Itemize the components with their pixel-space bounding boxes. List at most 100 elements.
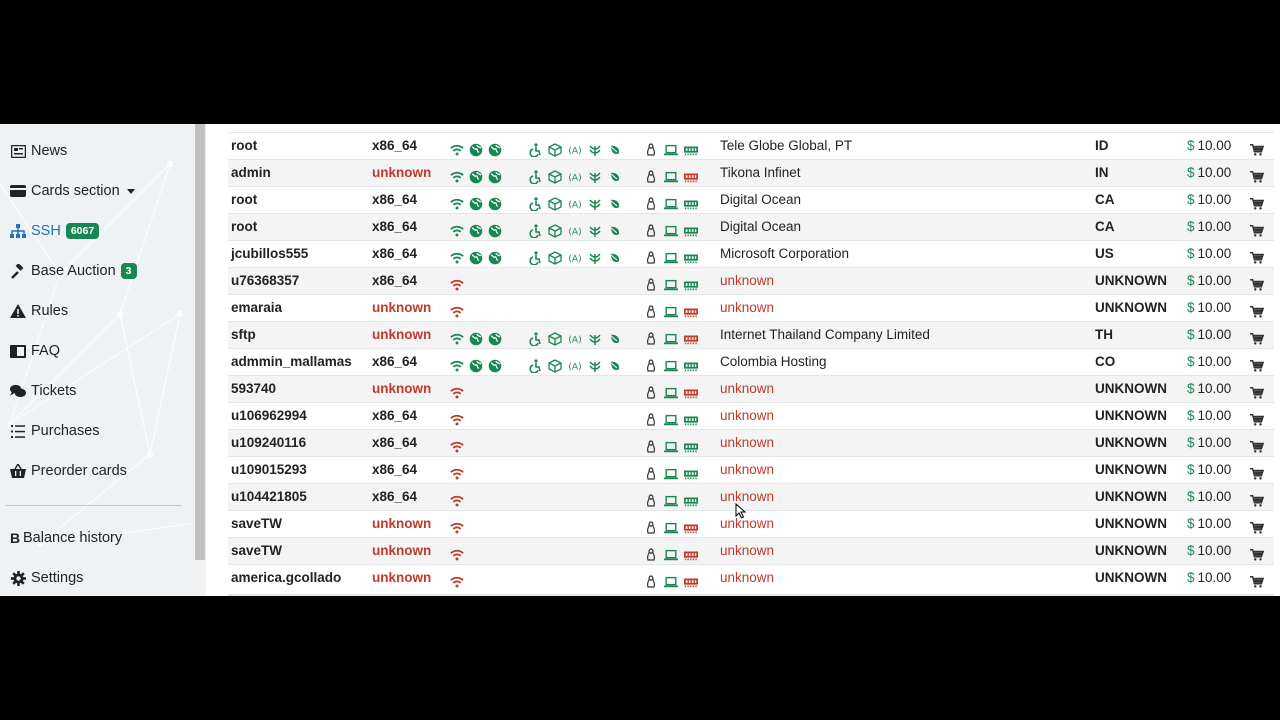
leaf-icon — [608, 356, 622, 371]
user-cell: u109240116 — [231, 435, 307, 450]
table-row[interactable]: admmin_mallamas x86_64 (A) Colombia Host… — [228, 348, 1274, 375]
add-to-cart-button[interactable] — [1250, 302, 1264, 318]
add-to-cart-button[interactable] — [1250, 329, 1264, 345]
cart-icon — [1250, 333, 1264, 349]
table-row[interactable]: u109240116 x86_64 unknown UNKNOWN $10.00 — [228, 429, 1274, 456]
price-cell: $10.00 — [1187, 376, 1231, 403]
table-row-partial — [228, 124, 1274, 129]
table-row[interactable]: root x86_64 (A) Digital Ocean CA $10.00 — [228, 213, 1274, 240]
table-row[interactable]: jcubillos555 x86_64 (A) Microsoft Corpor… — [228, 240, 1274, 267]
sidebar-item-rules[interactable]: Rules — [10, 299, 68, 323]
currency-symbol: $ — [1187, 435, 1195, 450]
table-row[interactable]: admin unknown (A) Tikona Infinet IN $10.… — [228, 159, 1274, 186]
sidebar-item-faq[interactable]: FAQ — [10, 339, 60, 363]
wifi-icon — [450, 518, 464, 534]
sidebar-item-ssh[interactable]: SSH 6067 — [10, 219, 100, 243]
system-icons — [644, 464, 698, 480]
globe-icon — [488, 140, 502, 157]
add-to-cart-button[interactable] — [1250, 167, 1264, 183]
table-row[interactable]: u104421805 x86_64 unknown UNKNOWN $10.00 — [228, 483, 1274, 510]
arch-cell: unknown — [372, 516, 432, 531]
auction-count-badge: 3 — [120, 263, 137, 279]
sidebar-item-purchases[interactable]: Purchases — [10, 419, 100, 443]
sidebar-item-news[interactable]: News — [10, 139, 67, 163]
wifi-icon — [450, 383, 464, 399]
price-value: 10.00 — [1197, 489, 1232, 504]
country-cell: UNKNOWN — [1095, 408, 1167, 423]
angular-icon: (A) — [568, 194, 582, 211]
cube-icon — [548, 248, 562, 265]
cube-icon — [548, 194, 562, 211]
accessibility-icon — [528, 221, 542, 238]
pagelines-icon — [588, 356, 602, 372]
add-to-cart-button[interactable] — [1250, 383, 1264, 399]
sidebar-item-balance-history[interactable]: B Balance history — [10, 526, 122, 550]
software-icons: (A) — [528, 356, 622, 373]
network-icons — [450, 167, 502, 184]
currency-symbol: $ — [1187, 543, 1195, 558]
shopping-basket-icon — [10, 463, 26, 479]
table-row[interactable]: 593740 unknown unknown UNKNOWN $10.00 — [228, 375, 1274, 402]
cube-icon — [548, 329, 562, 346]
add-to-cart-button[interactable] — [1250, 140, 1264, 156]
add-to-cart-button[interactable] — [1250, 572, 1264, 588]
country-cell: CA — [1095, 219, 1115, 234]
cube-icon — [548, 221, 562, 238]
memory-icon — [684, 356, 698, 372]
system-icons — [644, 167, 698, 183]
wifi-icon — [450, 275, 464, 291]
table-row[interactable]: u109015293 x86_64 unknown UNKNOWN $10.00 — [228, 456, 1274, 483]
isp-cell: unknown — [720, 435, 775, 450]
svg-text:(A): (A) — [568, 255, 581, 265]
laptop-icon — [664, 194, 678, 210]
table-row[interactable]: saveTW unknown unknown UNKNOWN $10.00 — [228, 537, 1274, 564]
scrollbar-thumb[interactable] — [195, 124, 205, 560]
network-icons — [450, 221, 502, 238]
wifi-icon — [450, 329, 464, 345]
sidebar-item-settings[interactable]: Settings — [10, 566, 83, 590]
globe-icon — [469, 356, 483, 373]
memory-icon — [684, 572, 698, 588]
angular-icon: (A) — [568, 167, 582, 184]
price-value: 10.00 — [1197, 273, 1232, 288]
price-value: 10.00 — [1197, 570, 1232, 585]
table-row[interactable]: saveTW unknown unknown UNKNOWN $10.00 — [228, 510, 1274, 537]
linux-icon — [644, 572, 658, 588]
add-to-cart-button[interactable] — [1250, 356, 1264, 372]
add-to-cart-button[interactable] — [1250, 221, 1264, 237]
table-row[interactable]: sftp unknown (A) Internet Thailand Compa… — [228, 321, 1274, 348]
add-to-cart-button[interactable] — [1250, 545, 1264, 561]
add-to-cart-button[interactable] — [1250, 410, 1264, 426]
table-row[interactable]: u106962994 x86_64 unknown UNKNOWN $10.00 — [228, 402, 1274, 429]
sidebar-scrollbar[interactable] — [194, 124, 206, 596]
add-to-cart-button[interactable] — [1250, 248, 1264, 264]
table-row[interactable]: america.gcollado unknown unknown UNKNOWN… — [228, 564, 1274, 591]
currency-symbol: $ — [1187, 381, 1195, 396]
isp-cell: Digital Ocean — [720, 219, 802, 234]
sidebar-item-preorder-cards[interactable]: Preorder cards — [10, 459, 127, 483]
add-to-cart-button[interactable] — [1250, 464, 1264, 480]
memory-icon — [684, 248, 698, 264]
sidebar-item-label: SSH — [31, 223, 61, 239]
currency-symbol: $ — [1187, 489, 1195, 504]
sidebar-item-tickets[interactable]: Tickets — [10, 379, 76, 403]
arch-cell: unknown — [372, 570, 432, 585]
add-to-cart-button[interactable] — [1250, 437, 1264, 453]
add-to-cart-button[interactable] — [1250, 275, 1264, 291]
add-to-cart-button[interactable] — [1250, 491, 1264, 507]
arch-cell: x86_64 — [372, 408, 418, 423]
laptop-icon — [664, 302, 678, 318]
sidebar-item-cards-section[interactable]: Cards section — [10, 179, 135, 203]
sidebar-item-base-auction[interactable]: Base Auction 3 — [10, 259, 137, 283]
pagelines-icon — [588, 194, 602, 210]
cart-icon — [1250, 522, 1264, 538]
price-cell: $10.00 — [1187, 187, 1231, 214]
table-row[interactable]: root x86_64 (A) Tele Globe Global, PT ID… — [228, 132, 1274, 159]
table-row[interactable]: root x86_64 (A) Digital Ocean CA $10.00 — [228, 186, 1274, 213]
add-to-cart-button[interactable] — [1250, 194, 1264, 210]
arch-cell: x86_64 — [372, 435, 418, 450]
table-row[interactable]: emaraia unknown unknown UNKNOWN $10.00 — [228, 294, 1274, 321]
isp-cell: Internet Thailand Company Limited — [720, 327, 930, 342]
table-row[interactable]: u76368357 x86_64 unknown UNKNOWN $10.00 — [228, 267, 1274, 294]
add-to-cart-button[interactable] — [1250, 518, 1264, 534]
